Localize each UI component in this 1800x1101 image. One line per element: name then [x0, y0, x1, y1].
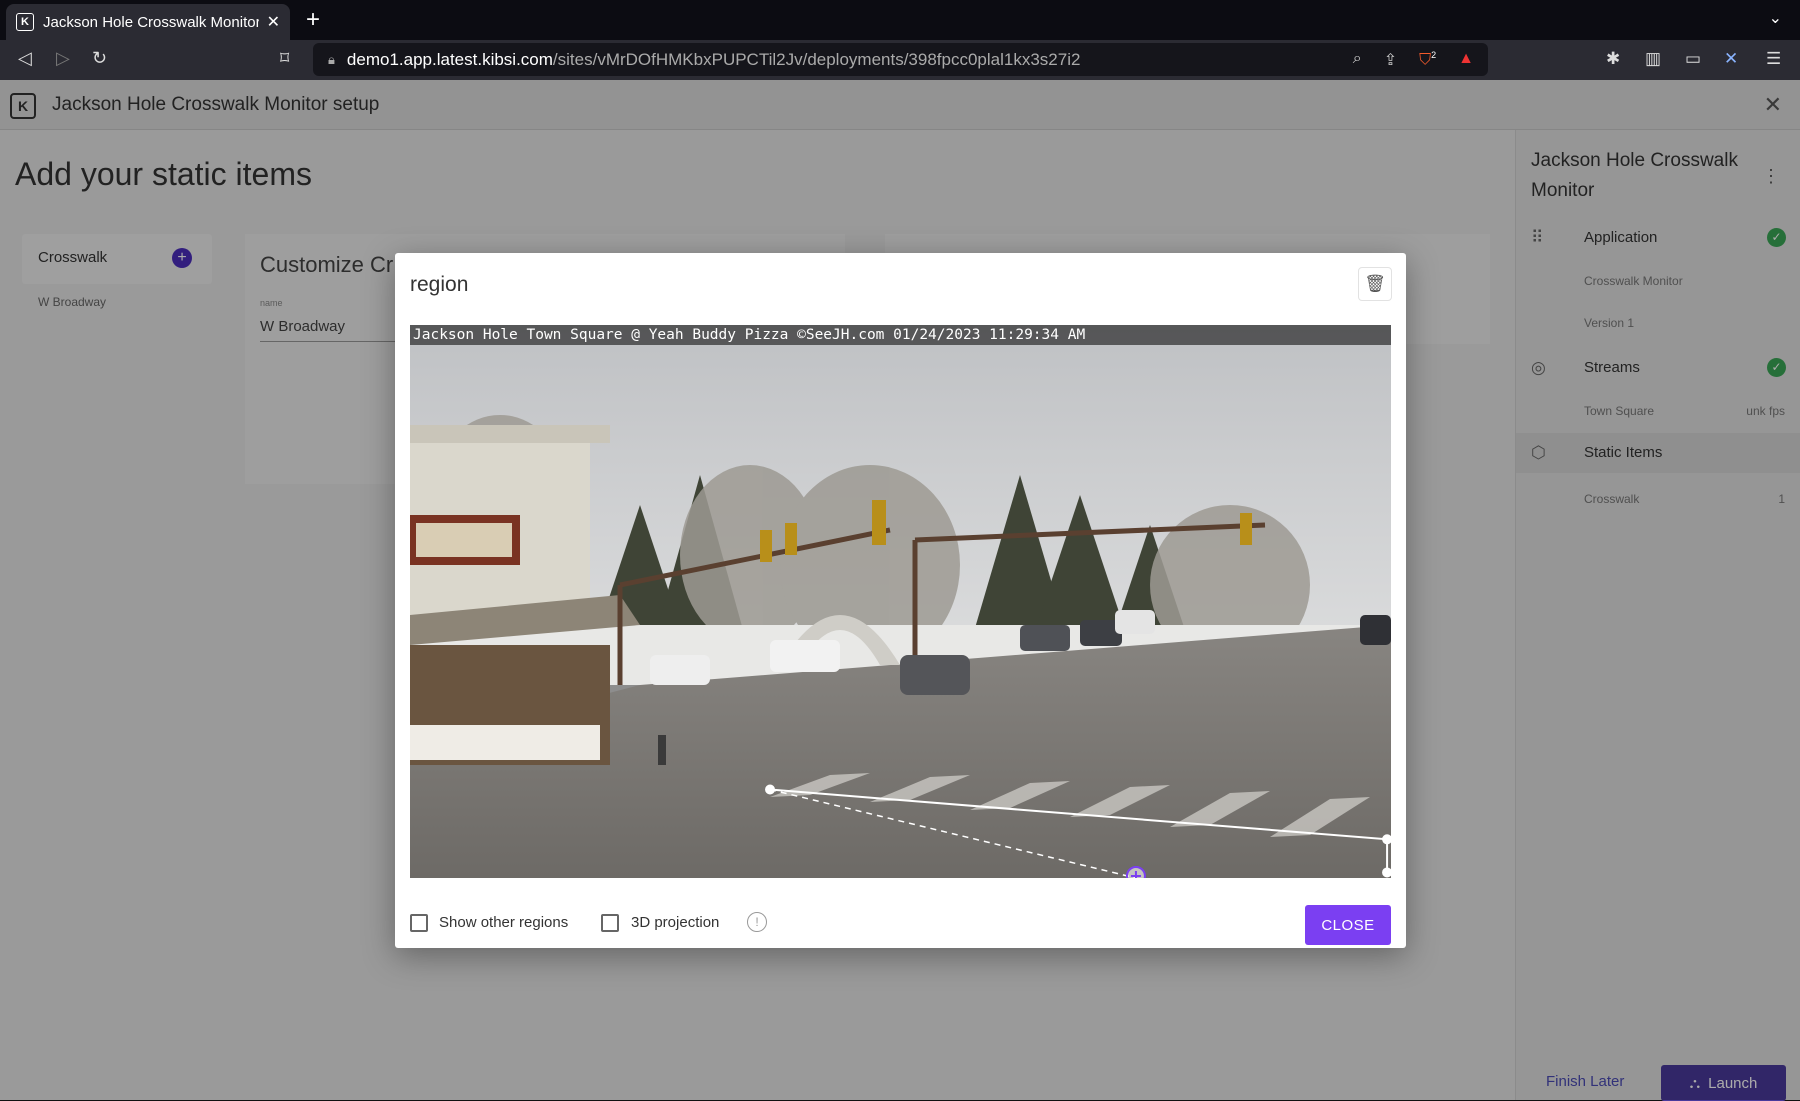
brave-shield-icon[interactable]: ⛉2 [1419, 50, 1436, 70]
show-other-regions-label: Show other regions [439, 914, 569, 931]
region-polygon[interactable] [410, 325, 1391, 878]
delete-region-icon[interactable]: 🗑︎ [1358, 267, 1392, 301]
kibsi-favicon-icon: K [16, 13, 34, 31]
info-icon[interactable]: ! [747, 912, 767, 932]
show-other-regions-checkbox[interactable] [410, 914, 428, 932]
address-bar[interactable]: 🔒︎ demo1.app.latest.kibsi.com/sites/vMrD… [313, 43, 1488, 76]
new-tab-button[interactable]: + [306, 6, 320, 34]
share-icon[interactable]: ⇪ [1384, 50, 1397, 70]
tab-list-chevron-icon[interactable]: ⌄ [1769, 8, 1782, 28]
dialog-title: region [410, 273, 469, 296]
region-closing-edge [769, 788, 1137, 878]
url-host: demo1.app.latest.kibsi.com [346, 49, 553, 69]
bookmark-icon[interactable]: ⌑ [280, 48, 289, 69]
region-vertex-handle[interactable] [765, 784, 776, 795]
zoom-icon[interactable]: ⌕ [1353, 50, 1362, 70]
extensions-icon[interactable]: ✱ [1606, 49, 1620, 69]
camera-timestamp-overlay: Jackson Hole Town Square @ Yeah Buddy Pi… [410, 325, 1391, 345]
tab-title: Jackson Hole Crosswalk Monitor setup [43, 13, 259, 31]
url-path: /sites/vMrDOfHMKbxPUPCTil2Jv/deployments… [552, 49, 1081, 69]
kibsi-extension-icon[interactable]: ✕ [1724, 49, 1738, 69]
back-icon[interactable]: ◁ [18, 48, 32, 69]
shield-badge: 2 [1431, 50, 1437, 60]
camera-frame[interactable]: Jackson Hole Town Square @ Yeah Buddy Pi… [410, 325, 1391, 878]
region-dialog: region 🗑︎ Jackson Hole Town Square @ Yea… [395, 253, 1406, 948]
lock-icon: 🔒︎ [328, 51, 335, 67]
region-edge [769, 788, 1389, 873]
region-vertex-handle[interactable] [1382, 834, 1391, 845]
reload-icon[interactable]: ↻ [92, 48, 107, 69]
browser-tab[interactable]: K Jackson Hole Crosswalk Monitor setup ✕ [6, 4, 290, 40]
close-button[interactable]: CLOSE [1305, 905, 1391, 945]
dialog-footer: Show other regions 3D projection ! CLOSE [410, 905, 1391, 945]
tab-close-icon[interactable]: ✕ [267, 12, 280, 32]
sidebar-toggle-icon[interactable]: ▥ [1645, 49, 1661, 69]
forward-icon[interactable]: ▷ [56, 48, 70, 69]
region-vertex-handle[interactable] [1382, 867, 1391, 878]
3d-projection-label: 3D projection [631, 914, 720, 931]
wallet-icon[interactable]: ▭ [1685, 49, 1701, 69]
browser-toolbar: ◁ ▷ ↻ ⌑ 🔒︎ demo1.app.latest.kibsi.com/si… [0, 40, 1800, 80]
browser-menu-icon[interactable]: ☰ [1766, 49, 1781, 69]
brave-rewards-icon[interactable]: ▲ [1458, 50, 1474, 70]
browser-tab-bar: K Jackson Hole Crosswalk Monitor setup ✕… [0, 0, 1800, 40]
3d-projection-checkbox[interactable] [601, 914, 619, 932]
